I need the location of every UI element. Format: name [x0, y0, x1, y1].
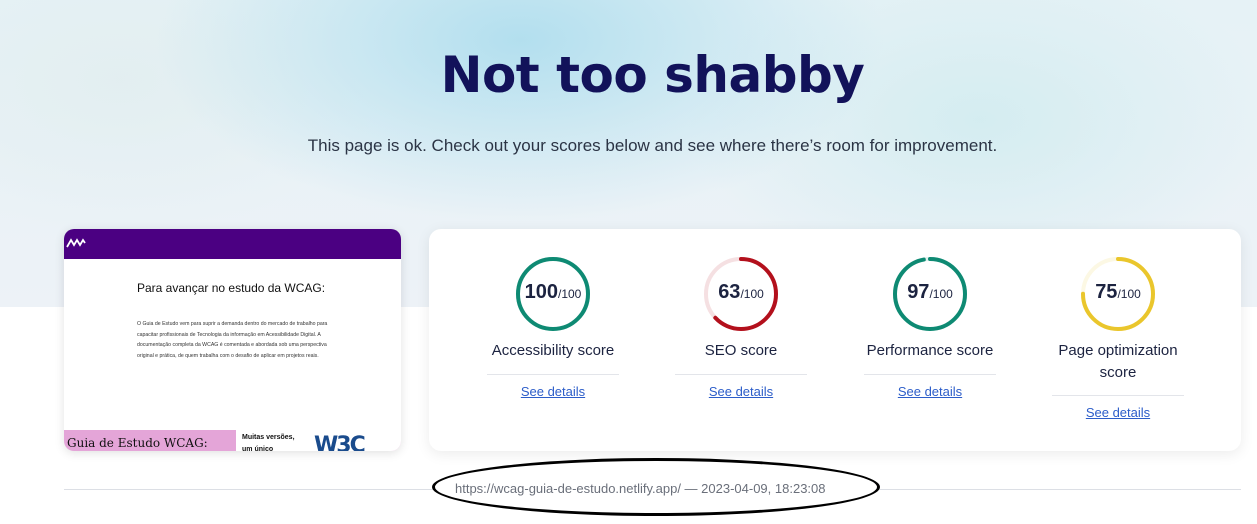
thumbnail-body-text: O Guia de Estudo vem para suprir a deman…: [137, 321, 328, 359]
scores-card: 100/100 Accessibility score See details …: [429, 229, 1241, 451]
score-value: 63/100: [718, 281, 764, 303]
score-label: Page optimization score: [1058, 342, 1178, 381]
see-details-link-performance[interactable]: See details: [864, 384, 996, 399]
score-divider: [675, 374, 807, 375]
site-logo-icon: [66, 238, 86, 248]
thumbnail-side-text: Muitas versões, um único: [242, 434, 295, 451]
score-divider: [864, 374, 996, 375]
page-title: Not too shabby: [440, 46, 865, 104]
score-value: 97/100: [907, 281, 953, 303]
score-divider: [1052, 395, 1184, 396]
score-value: 75/100: [1095, 281, 1141, 303]
see-details-link-accessibility[interactable]: See details: [487, 384, 619, 399]
thumbnail-band-text: Guia de Estudo WCAG:: [67, 436, 208, 450]
page-thumbnail: Para avançar no estudo da WCAG: O Guia d…: [64, 229, 401, 451]
score-label: SEO score: [704, 342, 778, 359]
score-divider: [487, 374, 619, 375]
thumbnail-header-bar: [64, 229, 401, 259]
score-value: 100/100: [524, 281, 582, 303]
report-url-timestamp: https://wcag-guia-de-estudo.netlify.app/…: [455, 481, 826, 496]
see-details-link-page-optimization[interactable]: See details: [1052, 405, 1184, 420]
score-label: Accessibility score: [491, 342, 615, 359]
see-details-link-seo[interactable]: See details: [675, 384, 807, 399]
score-label: Performance score: [866, 342, 994, 359]
page-subtitle: This page is ok. Check out your scores b…: [307, 136, 998, 155]
thumbnail-heading: Para avançar no estudo da WCAG:: [137, 281, 326, 295]
w3c-logo: W3C: [314, 433, 366, 451]
